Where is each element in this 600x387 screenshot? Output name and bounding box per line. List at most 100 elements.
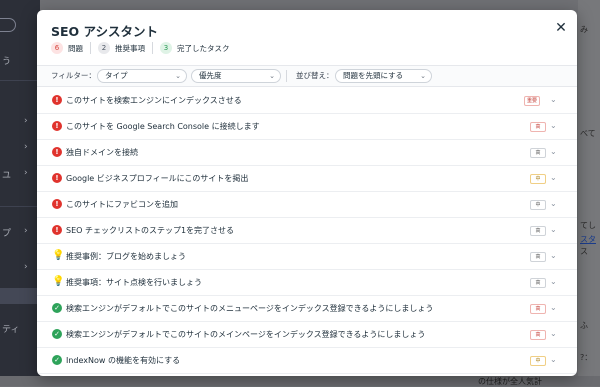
recommendations-label: 推奨事項: [115, 43, 145, 53]
issues-label: 問題: [68, 43, 83, 53]
expand-chevron-icon[interactable]: ⌄: [550, 173, 557, 182]
task-row[interactable]: ! このサイトを Google Search Console に接続します 高 ⌄: [37, 114, 577, 140]
background-text: ス: [580, 247, 588, 256]
expand-chevron-icon[interactable]: ⌄: [550, 251, 557, 260]
task-row[interactable]: ✓ IndexNow の機能を有効にする 中 ⌄: [37, 348, 577, 374]
completed-label: 完了したタスク: [177, 43, 230, 53]
expand-chevron-icon[interactable]: ⌄: [550, 147, 557, 156]
background-content: べて てし スタ ス ふ ?： み: [578, 0, 600, 386]
task-row[interactable]: ! 独自ドメインを接続 高 ⌄: [37, 140, 577, 166]
dialog-title: SEO アシスタント: [51, 24, 159, 39]
task-row[interactable]: ! SEO チェックリストのステップ1を完了させる 高 ⌄: [37, 218, 577, 244]
task-title: 検索エンジンがデフォルトでこのサイトのメニューページをインデックス登録できるよう…: [66, 304, 434, 313]
priority-badge: 高: [530, 226, 546, 236]
task-title: 推奨事項：サイト点検を行いましょう: [66, 278, 202, 287]
expand-chevron-icon[interactable]: ⌄: [550, 199, 557, 208]
chevron-down-icon: ⌄: [269, 72, 275, 80]
task-row[interactable]: 💡 推奨事項：サイト点検を行いましょう 高 ⌄: [37, 270, 577, 296]
filter-bar: フィルター： タイプ ⌄ 優先度 ⌄ 並び替え： 問題を先頭にする ⌄: [37, 65, 577, 87]
sort-select[interactable]: 問題を先頭にする ⌄: [335, 69, 432, 83]
background-sidebar: う › › ユ › プ › › ティ: [0, 0, 40, 386]
task-title: Google ビジネスプロフィールにこのサイトを掲出: [66, 174, 249, 183]
background-footer: の仕様が全人気計: [0, 376, 600, 386]
error-icon: !: [52, 95, 62, 105]
priority-badge: 中: [530, 356, 546, 366]
task-title: このサイトにファビコンを追加: [66, 200, 178, 209]
chevron-down-icon: ⌄: [420, 72, 426, 80]
priority-badge: 重要: [524, 96, 541, 106]
task-row[interactable]: ✓ 検索エンジンがデフォルトでこのサイトのメニューページをインデックス登録できるよ…: [37, 296, 577, 322]
priority-badge: 中: [530, 200, 546, 210]
background-text: べて: [580, 129, 596, 138]
summary-completed: 3 完了したタスク: [160, 42, 230, 54]
task-row[interactable]: ! Google ビジネスプロフィールにこのサイトを掲出 中 ⌄: [37, 166, 577, 192]
lightbulb-icon: 💡: [52, 250, 65, 261]
background-text: ティ: [2, 325, 20, 335]
task-title: 検索エンジンがデフォルトでこのサイトのメインページをインデックス登録できるように…: [66, 330, 426, 339]
sort-label: 並び替え：: [296, 71, 334, 80]
summary-issues: 6 問題: [51, 42, 83, 54]
type-filter-select[interactable]: タイプ ⌄: [97, 69, 187, 83]
check-icon: ✓: [52, 303, 62, 313]
recommendations-count-badge: 2: [98, 42, 110, 54]
expand-chevron-icon[interactable]: ⌄: [550, 225, 557, 234]
task-row[interactable]: ✓ 検索エンジンがデフォルトでこのサイトのメインページをインデックス登録できるよう…: [37, 322, 577, 348]
completed-count-badge: 3: [160, 42, 172, 54]
task-title: このサイトを Google Search Console に接続します: [66, 122, 260, 131]
task-row[interactable]: ! このサイトにファビコンを追加 中 ⌄: [37, 192, 577, 218]
background-text: の仕様が全人気計: [478, 377, 542, 386]
error-icon: !: [52, 199, 62, 209]
task-summary: 6 問題 2 推奨事項 3 完了したタスク: [51, 41, 230, 55]
task-title: IndexNow の機能を有効にする: [66, 356, 181, 365]
error-icon: !: [52, 225, 62, 235]
filter-label: フィルター：: [51, 71, 96, 80]
expand-chevron-icon[interactable]: ⌄: [550, 303, 557, 312]
expand-chevron-icon[interactable]: ⌄: [550, 355, 557, 364]
lightbulb-icon: 💡: [52, 276, 65, 287]
expand-chevron-icon[interactable]: ⌄: [550, 95, 557, 104]
priority-badge: 高: [530, 304, 546, 314]
background-chevron-icon: ›: [24, 168, 28, 178]
priority-badge: 高: [530, 122, 546, 132]
background-text: プ: [2, 229, 12, 239]
background-text: う: [2, 57, 12, 67]
priority-filter-value: 優先度: [199, 71, 222, 80]
chevron-down-icon: ⌄: [175, 72, 181, 80]
background-text: み: [580, 25, 588, 34]
task-title: 推奨事例：ブログを始めましょう: [66, 252, 186, 261]
background-chevron-icon: ›: [24, 142, 28, 152]
priority-badge: 中: [530, 174, 546, 184]
expand-chevron-icon[interactable]: ⌄: [550, 121, 557, 130]
task-title: SEO チェックリストのステップ1を完了させる: [66, 226, 235, 235]
expand-chevron-icon[interactable]: ⌄: [550, 277, 557, 286]
priority-badge: 高: [530, 252, 546, 262]
type-filter-value: タイプ: [105, 71, 128, 80]
background-link: スタ: [580, 235, 596, 244]
expand-chevron-icon[interactable]: ⌄: [550, 329, 557, 338]
seo-assistant-dialog: SEO アシスタント ✕ 6 問題 2 推奨事項 3 完了したタスク フィルター…: [37, 10, 577, 376]
task-row[interactable]: ! このサイトを検索エンジンにインデックスさせる 重要 ⌄: [37, 88, 577, 114]
error-icon: !: [52, 147, 62, 157]
priority-badge: 高: [530, 148, 546, 158]
error-icon: !: [52, 121, 62, 131]
sort-value: 問題を先頭にする: [343, 71, 404, 80]
error-icon: !: [52, 173, 62, 183]
background-selected-item: [0, 288, 40, 304]
close-icon[interactable]: ✕: [553, 20, 569, 36]
priority-filter-select[interactable]: 優先度 ⌄: [191, 69, 281, 83]
task-title: 独自ドメインを接続: [66, 148, 138, 157]
task-title: このサイトを検索エンジンにインデックスさせる: [66, 96, 242, 105]
background-text: ユ: [2, 171, 12, 181]
background-text: てし: [580, 221, 596, 230]
background-chevron-icon: ›: [24, 116, 28, 126]
background-text: ?：: [580, 353, 593, 362]
check-icon: ✓: [52, 329, 62, 339]
background-text: ふ: [580, 321, 588, 330]
priority-badge: 高: [530, 278, 546, 288]
background-chevron-icon: ›: [24, 262, 28, 272]
priority-badge: 高: [530, 330, 546, 340]
summary-recommendations: 2 推奨事項: [98, 42, 145, 54]
background-chevron-icon: ›: [24, 226, 28, 236]
task-row[interactable]: 💡 推奨事例：ブログを始めましょう 高 ⌄: [37, 244, 577, 270]
check-icon: ✓: [52, 355, 62, 365]
